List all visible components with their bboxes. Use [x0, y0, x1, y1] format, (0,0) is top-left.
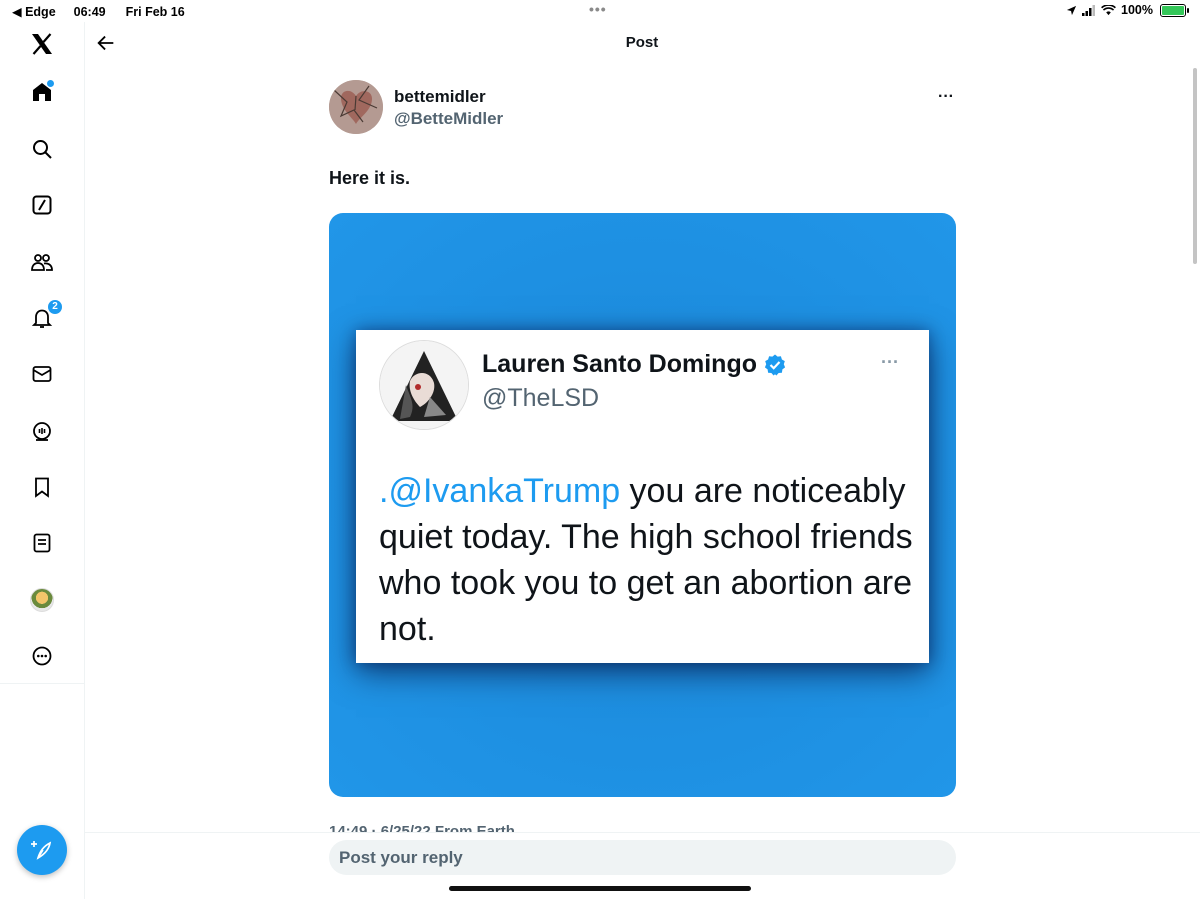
grok-icon	[32, 195, 52, 215]
home-unread-dot	[47, 80, 54, 87]
sidebar-item-more[interactable]	[28, 642, 56, 670]
author-handle[interactable]: @BetteMidler	[394, 109, 503, 129]
home-indicator[interactable]	[449, 886, 751, 891]
embedded-tweet-screenshot: Lauren Santo Domingo @TheLSD ··· .@Ivank…	[356, 330, 929, 663]
page-title: Post	[625, 34, 659, 51]
multitask-dots-icon[interactable]: •••	[589, 1, 607, 17]
notifications-badge: 2	[48, 300, 62, 314]
communities-icon	[31, 254, 53, 271]
spaces-icon	[33, 422, 51, 441]
sidebar-item-spaces[interactable]	[28, 417, 56, 445]
sidebar-item-home[interactable]	[28, 78, 56, 106]
post-more-button[interactable]: ···	[938, 88, 954, 106]
sidebar-item-profile[interactable]	[28, 586, 56, 614]
sidebar-divider	[0, 683, 84, 684]
reply-placeholder: Post your reply	[339, 848, 463, 867]
more-circle-icon	[32, 646, 52, 666]
scrollbar[interactable]	[1193, 68, 1197, 264]
sidebar-item-explore[interactable]	[28, 135, 56, 163]
signal-icon	[1082, 4, 1096, 16]
embedded-author-handle: @TheLSD	[482, 384, 600, 412]
post-timestamp: 14:49 · 6/25/22 From Earth	[329, 823, 515, 832]
location-icon	[1066, 5, 1077, 15]
sidebar-item-messages[interactable]	[28, 360, 56, 388]
post-text: Here it is.	[329, 168, 411, 188]
status-bar: ◀ Edge 06:49 Fri Feb 16 ••• 100%	[0, 0, 1200, 22]
author-avatar[interactable]	[329, 80, 383, 134]
sidebar-nav: 2	[0, 22, 85, 899]
sidebar-item-bookmarks[interactable]	[28, 473, 56, 501]
embedded-tweet-text: .@IvankaTrump you are noticeably quiet t…	[379, 468, 919, 652]
wifi-icon	[1101, 4, 1116, 15]
sidebar-item-communities[interactable]	[28, 248, 56, 276]
embedded-more-dots: ···	[881, 352, 899, 372]
embedded-author-avatar	[379, 340, 469, 430]
reply-input[interactable]: Post your reply	[329, 840, 956, 875]
search-icon	[33, 140, 52, 159]
battery-percent: 100%	[1121, 3, 1153, 17]
sidebar-item-notifications[interactable]: 2	[28, 300, 62, 332]
back-to-app-link[interactable]: ◀ Edge	[12, 4, 56, 19]
author-name[interactable]: bettemidler	[394, 87, 486, 107]
embedded-author-name: Lauren Santo Domingo	[482, 350, 787, 379]
status-date: Fri Feb 16	[125, 4, 185, 19]
envelope-icon	[32, 366, 52, 382]
embedded-author-name-text: Lauren Santo Domingo	[482, 350, 757, 378]
sidebar-item-lists[interactable]	[28, 529, 56, 557]
feather-plus-icon	[31, 841, 52, 860]
verified-badge-icon	[764, 354, 786, 375]
back-arrow-icon[interactable]	[95, 32, 117, 54]
status-time: 06:49	[73, 4, 106, 19]
embedded-mention: .@IvankaTrump	[379, 472, 621, 510]
profile-avatar	[30, 588, 54, 612]
bookmark-icon	[35, 477, 49, 498]
x-logo-icon[interactable]	[28, 30, 56, 58]
sidebar-item-grok[interactable]	[28, 191, 56, 219]
list-icon	[33, 533, 51, 553]
compose-post-button[interactable]	[17, 825, 67, 875]
battery-icon	[1160, 3, 1189, 17]
post-media-image[interactable]: Lauren Santo Domingo @TheLSD ··· .@Ivank…	[329, 213, 956, 797]
